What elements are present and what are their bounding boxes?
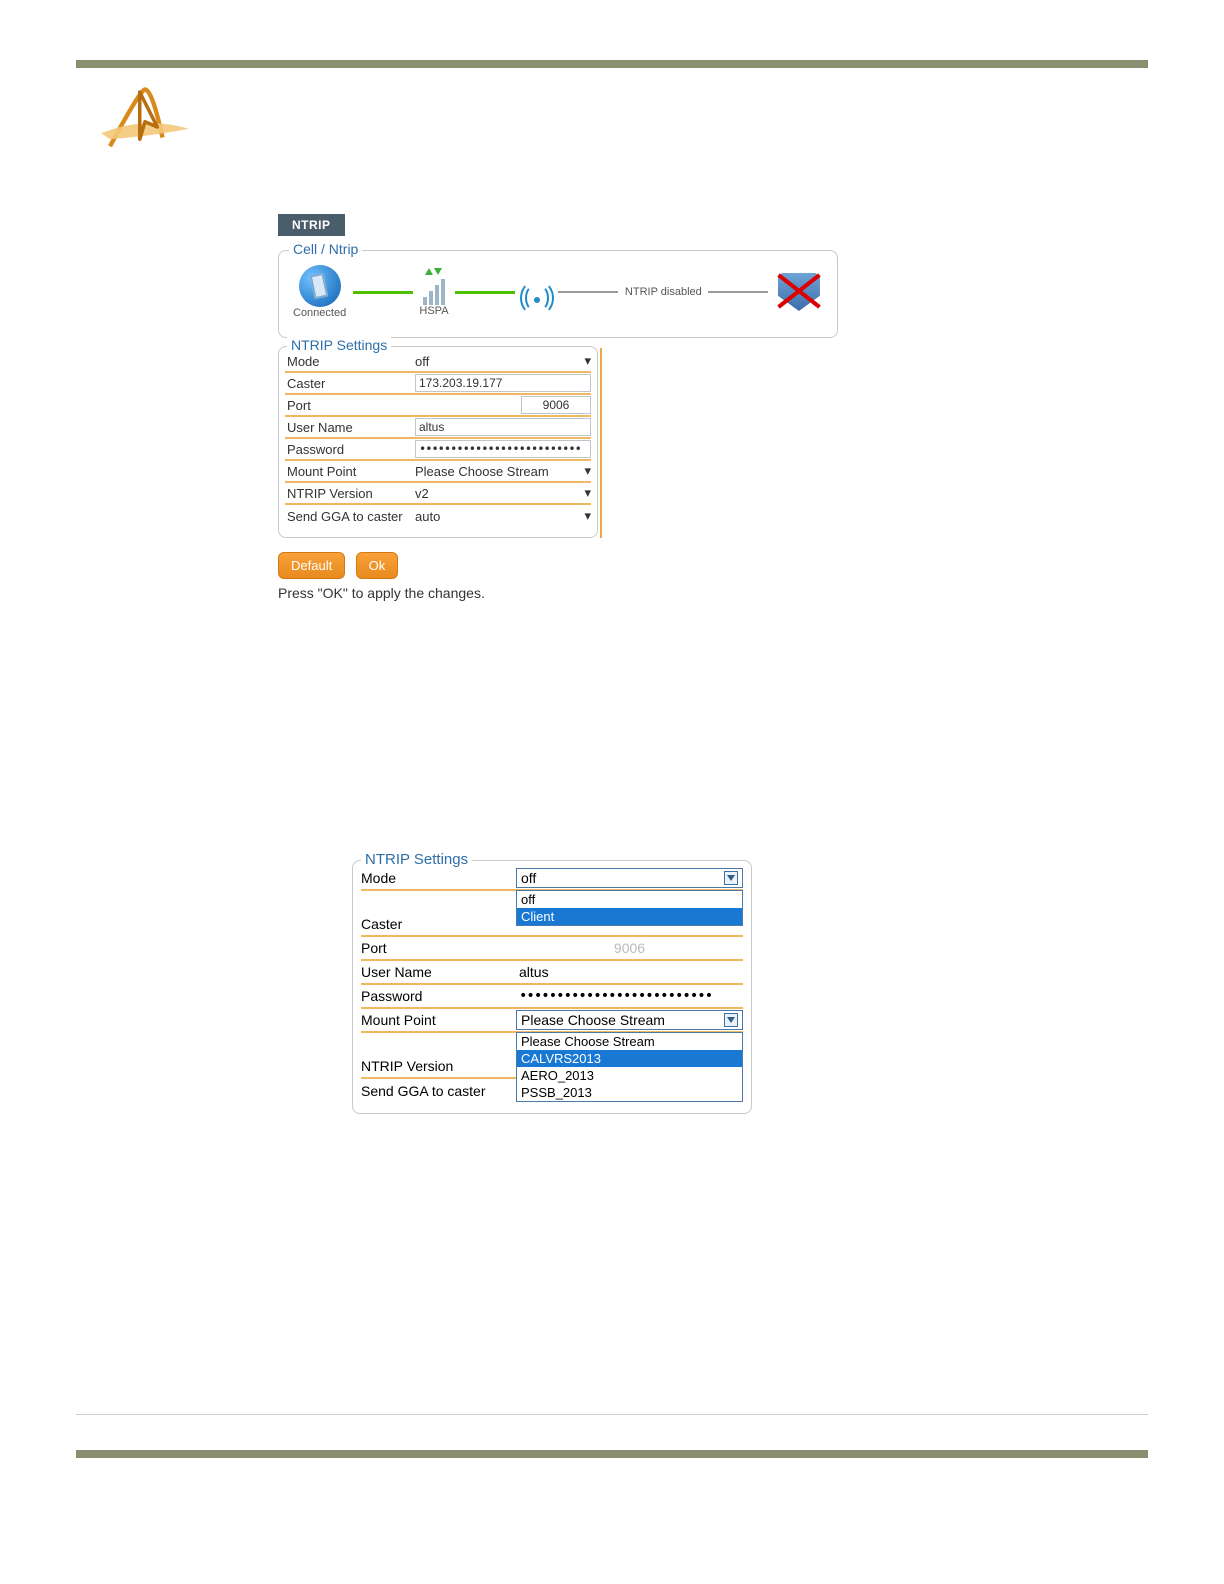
row-gga: Send GGA to caster auto▾ [285,505,591,527]
mode-select[interactable]: off▾ [415,353,591,369]
label-password-2: Password [361,988,516,1004]
mount-select-2[interactable]: Please Choose Stream [516,1010,743,1030]
helper-text: Press "OK" to apply the changes. [278,585,838,601]
ntrip-disabled-label: NTRIP disabled [625,286,702,298]
link-line-gray [558,291,618,293]
bottom-bar [76,1450,1148,1458]
row-port: Port 9006 [285,395,591,417]
screenshot-ntrip-main: NTRIP Cell / Ntrip Connected HSPA [278,214,838,601]
phone-status-label: Connected [293,307,346,319]
cell-phone-status: Connected [293,265,346,319]
mount-dropdown-list[interactable]: Please Choose Stream CALVRS2013 AERO_201… [516,1032,743,1102]
antenna-item [522,277,552,307]
row-version: NTRIP Version v2▾ [285,483,591,505]
row-username: User Name altus [285,417,591,439]
port-input[interactable]: 9006 [521,396,591,414]
phone-icon [299,265,341,307]
username-input-2[interactable]: altus [516,964,743,980]
signal-bars-icon [423,277,445,305]
ntrip-settings-panel: NTRIP Settings Mode off▾ Caster 173.203.… [278,346,598,538]
ntrip-settings-panel-2: NTRIP Settings Mode off off Client Caste… [352,860,752,1114]
port-ghost-value: 9006 [516,940,743,956]
label-mode-2: Mode [361,870,516,886]
label-version-2: NTRIP Version [361,1058,516,1074]
signal-hspa: HSPA [419,268,448,317]
label-caster-2: Caster [361,916,516,932]
mount-option-pssb[interactable]: PSSB_2013 [517,1084,742,1101]
updown-arrows-icon [425,268,442,275]
shield-x-icon [775,271,823,313]
mode-dropdown-list[interactable]: off Client [516,890,743,926]
label-mount-2: Mount Point [361,1012,516,1028]
label-gga: Send GGA to caster [285,509,415,524]
ntrip-shield [775,271,823,313]
cell-ntrip-panel: Cell / Ntrip Connected HSPA [278,250,838,338]
label-version: NTRIP Version [285,486,415,501]
label-port-2: Port [361,940,516,956]
cell-ntrip-legend: Cell / Ntrip [289,241,362,257]
default-button[interactable]: Default [278,552,345,579]
brand-logo-icon [90,85,200,155]
thin-divider [76,1414,1148,1415]
label-username-2: User Name [361,964,516,980]
label-gga-2: Send GGA to caster [361,1083,516,1099]
label-username: User Name [285,420,415,435]
label-mount: Mount Point [285,464,415,479]
row-caster: Caster 173.203.19.177 [285,373,591,395]
ntrip-settings-legend-2: NTRIP Settings [361,851,472,868]
antenna-icon [522,277,552,307]
password-input[interactable]: •••••••••••••••••••••••••• [415,440,591,458]
password-input-2[interactable]: •••••••••••••••••••••••••• [516,988,743,1004]
signal-label: HSPA [419,305,448,317]
mount-option-placeholder[interactable]: Please Choose Stream [517,1033,742,1050]
label-password: Password [285,442,415,457]
ntrip-settings-legend: NTRIP Settings [287,337,391,353]
row-mount: Mount Point Please Choose Stream▾ [285,461,591,483]
chevron-down-icon [724,871,738,885]
mode-option-client[interactable]: Client [517,908,742,925]
mount-select[interactable]: Please Choose Stream▾ [415,463,591,479]
screenshot-ntrip-dropdowns: NTRIP Settings Mode off off Client Caste… [352,860,752,1114]
mount-option-aero[interactable]: AERO_2013 [517,1067,742,1084]
mode-option-off[interactable]: off [517,891,742,908]
label-caster: Caster [285,376,415,391]
link-line-green-2 [455,291,515,294]
gga-select[interactable]: auto▾ [415,508,591,524]
mount-option-calvrs[interactable]: CALVRS2013 [517,1050,742,1067]
ok-button[interactable]: Ok [356,552,399,579]
mode-select-2[interactable]: off [516,868,743,888]
top-bar [76,60,1148,68]
link-line-gray-2 [708,291,768,293]
label-port: Port [285,398,415,413]
username-input[interactable]: altus [415,418,591,436]
chevron-down-icon [724,1013,738,1027]
vertical-divider-orange [600,348,602,538]
link-line-green-1 [353,291,413,294]
caster-input[interactable]: 173.203.19.177 [415,374,591,392]
version-select[interactable]: v2▾ [415,485,591,501]
row-mode: Mode off▾ [285,351,591,373]
tab-ntrip[interactable]: NTRIP [278,214,345,236]
label-mode: Mode [285,354,415,369]
row-password: Password •••••••••••••••••••••••••• [285,439,591,461]
